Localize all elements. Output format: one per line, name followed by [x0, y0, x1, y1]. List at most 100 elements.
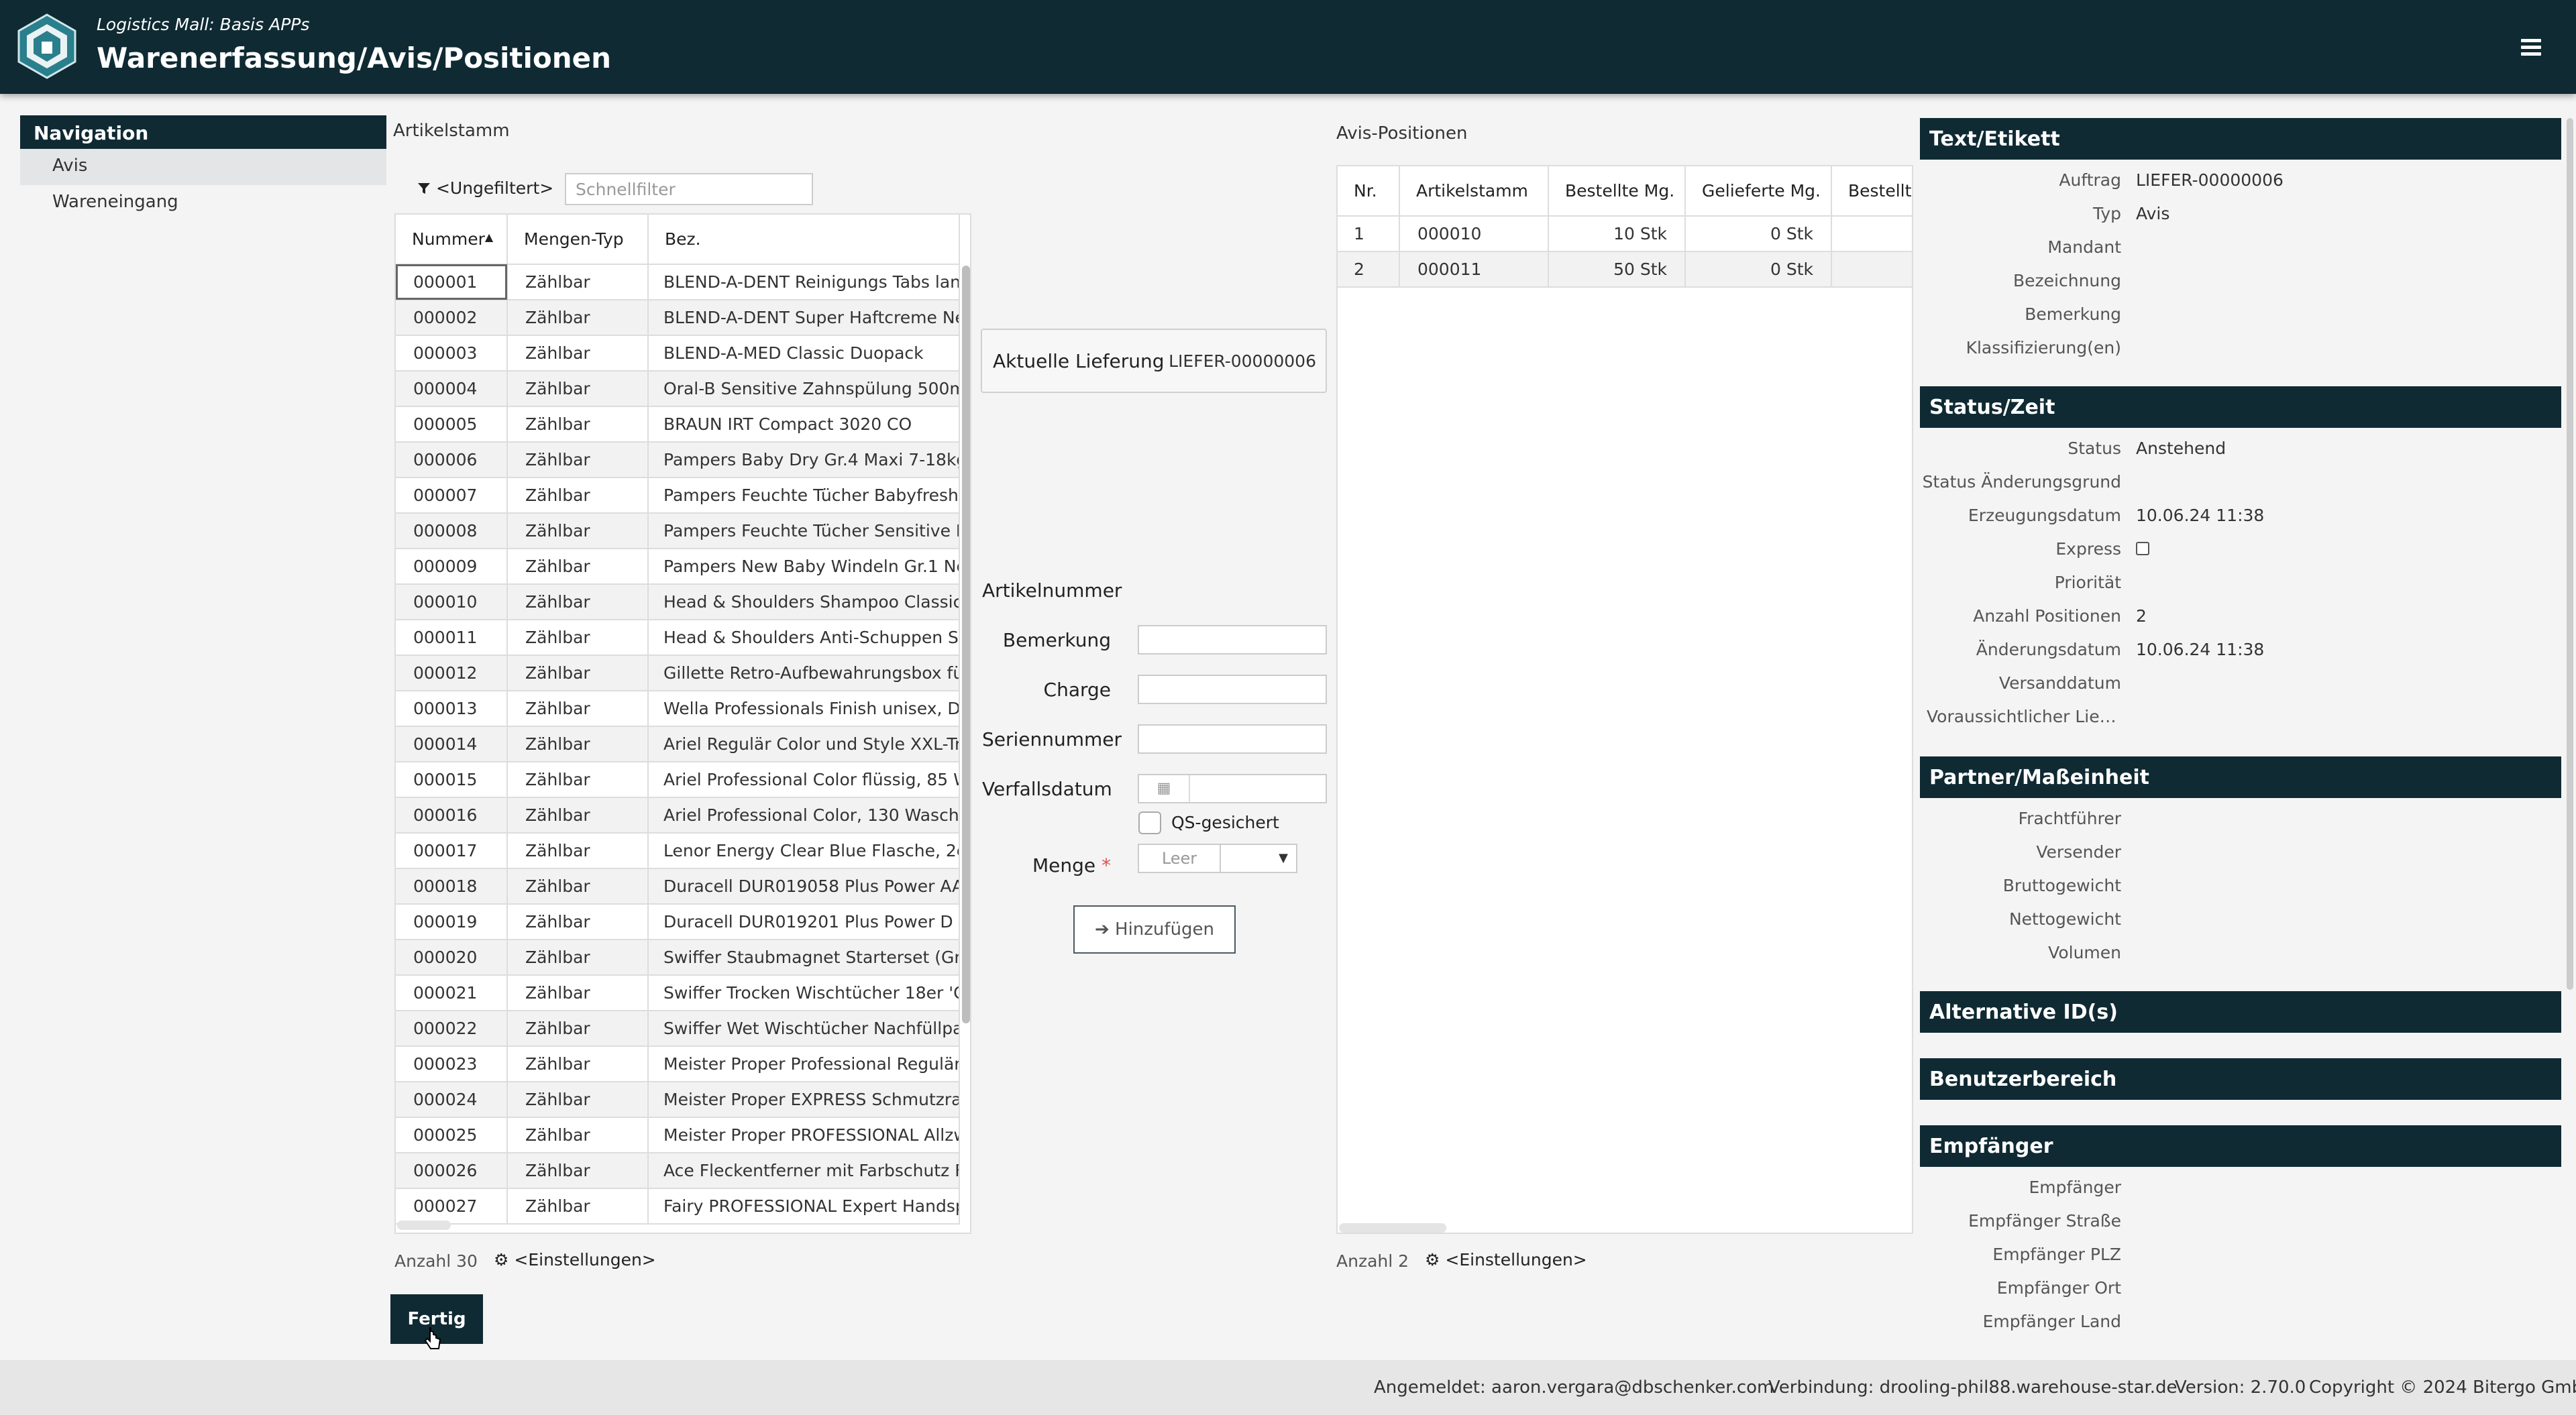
cell-mengen-typ[interactable]: Zählbar — [507, 1082, 649, 1118]
table-row[interactable]: 000002 Zählbar BLEND-A-DENT Super Haftcrem… — [396, 300, 960, 336]
cell-bestellt[interactable] — [1831, 251, 1912, 288]
cell-mengen-typ[interactable]: Zählbar — [507, 975, 649, 1011]
alternative-ids-section-header[interactable]: Alternative ID(s) — [1920, 991, 2561, 1033]
cell-bez[interactable]: BLEND-A-DENT Super Haftcreme Neut — [648, 300, 960, 336]
cell-bez[interactable]: Duracell DUR019058 Plus Power AAA — [648, 868, 960, 905]
cell-nummer[interactable]: 000025 — [396, 1117, 508, 1153]
serial-number-input[interactable] — [1138, 724, 1327, 754]
cell-mengen-typ[interactable]: Zählbar — [507, 406, 649, 443]
cell-bez[interactable]: Gillette Retro-Aufbewahrungsbox für — [648, 655, 960, 691]
table-row[interactable]: 1 000010 10 Stk 0 Stk — [1338, 216, 1912, 252]
cell-mengen-typ[interactable]: Zählbar — [507, 513, 649, 549]
cell-mengen-typ[interactable]: Zählbar — [507, 477, 649, 514]
cell-mengen-typ[interactable]: Zählbar — [507, 691, 649, 727]
table-row[interactable]: 000016 Zählbar Ariel Professional Color, 1… — [396, 797, 960, 834]
cell-nummer[interactable]: 000012 — [396, 655, 508, 691]
cell-bez[interactable]: Pampers Feuchte Tücher Babyfresh Vo — [648, 477, 960, 514]
cell-nr[interactable]: 2 — [1338, 251, 1400, 288]
cell-nummer[interactable]: 000005 — [396, 406, 508, 443]
cell-bez[interactable]: Meister Proper Professional Regulär, S — [648, 1046, 960, 1082]
table-row[interactable]: 000010 Zählbar Head & Shoulders Shampoo Cl… — [396, 584, 960, 620]
cell-bez[interactable]: Pampers Baby Dry Gr.4 Maxi 7-18kg M — [648, 442, 960, 478]
cell-nummer[interactable]: 000001 — [396, 264, 508, 300]
cell-bez[interactable]: Ace Fleckentferner mit Farbschutz Flü — [648, 1153, 960, 1189]
cell-nummer[interactable]: 000013 — [396, 691, 508, 727]
column-header-bestellte-mg[interactable]: Bestellte Mg. — [1548, 166, 1686, 217]
cell-bez[interactable]: BRAUN IRT Compact 3020 CO — [648, 406, 960, 443]
table-row[interactable]: 000023 Zählbar Meister Proper Professional… — [396, 1046, 960, 1082]
articles-vertical-scrollbar[interactable] — [962, 266, 970, 1023]
cell-nummer[interactable]: 000014 — [396, 726, 508, 762]
cell-mengen-typ[interactable]: Zählbar — [507, 655, 649, 691]
cell-nummer[interactable]: 000004 — [396, 371, 508, 407]
cell-nummer[interactable]: 000006 — [396, 442, 508, 478]
cell-mengen-typ[interactable]: Zählbar — [507, 797, 649, 834]
cell-mengen-typ[interactable]: Zählbar — [507, 833, 649, 869]
cell-nummer[interactable]: 000027 — [396, 1188, 508, 1225]
quantity-input[interactable]: Leer — [1139, 845, 1220, 872]
cell-artikelstamm[interactable]: 000010 — [1399, 216, 1549, 252]
table-row[interactable]: 000001 Zählbar BLEND-A-DENT Reinigungs Tab… — [396, 264, 960, 300]
nav-item-wareneingang[interactable]: Wareneingang — [20, 185, 386, 221]
cell-mengen-typ[interactable]: Zählbar — [507, 300, 649, 336]
cell-nummer[interactable]: 000024 — [396, 1082, 508, 1118]
cell-bez[interactable]: BLEND-A-DENT Reinigungs Tabs langa — [648, 264, 960, 300]
filter-button[interactable]: <Ungefiltert> — [417, 178, 553, 198]
articles-horizontal-scrollbar[interactable] — [397, 1221, 451, 1230]
table-row[interactable]: 000025 Zählbar Meister Proper PROFESSIONAL… — [396, 1117, 960, 1153]
table-row[interactable]: 000019 Zählbar Duracell DUR019201 Plus Pow… — [396, 904, 960, 940]
cell-nr[interactable]: 1 — [1338, 216, 1400, 252]
column-header-bez[interactable]: Bez. — [648, 215, 960, 265]
cell-mengen-typ[interactable]: Zählbar — [507, 868, 649, 905]
calendar-icon[interactable]: ▦ — [1139, 775, 1190, 802]
right-panel-scrollbar[interactable] — [2567, 118, 2573, 990]
cell-bez[interactable]: Fairy PROFESSIONAL Expert Handspül — [648, 1188, 960, 1225]
cell-mengen-typ[interactable]: Zählbar — [507, 442, 649, 478]
hamburger-menu-icon[interactable] — [2521, 39, 2541, 56]
cell-bez[interactable]: Meister Proper EXPRESS Schmutzradie — [648, 1082, 960, 1118]
cell-bestellte-mg[interactable]: 10 Stk — [1548, 216, 1686, 252]
cell-bez[interactable]: Head & Shoulders Anti-Schuppen Shan — [648, 620, 960, 656]
cell-nummer[interactable]: 000002 — [396, 300, 508, 336]
table-row[interactable]: 000007 Zählbar Pampers Feuchte Tücher Baby… — [396, 477, 960, 514]
cell-bez[interactable]: Lenor Energy Clear Blue Flasche, 2er P — [648, 833, 960, 869]
table-row[interactable]: 000012 Zählbar Gillette Retro-Aufbewahrung… — [396, 655, 960, 691]
cell-nummer[interactable]: 000007 — [396, 477, 508, 514]
table-row[interactable]: 000006 Zählbar Pampers Baby Dry Gr.4 Maxi … — [396, 442, 960, 478]
cell-nummer[interactable]: 000011 — [396, 620, 508, 656]
cell-mengen-typ[interactable]: Zählbar — [507, 335, 649, 372]
user-area-section-header[interactable]: Benutzerbereich — [1920, 1058, 2561, 1100]
column-header-bestellt[interactable]: Bestellt — [1831, 166, 1912, 217]
cell-bez[interactable]: Ariel Professional Color, 130 Waschlad — [648, 797, 960, 834]
table-row[interactable]: 000014 Zählbar Ariel Regulär Color und Sty… — [396, 726, 960, 762]
positions-horizontal-scrollbar[interactable] — [1339, 1223, 1446, 1233]
table-row[interactable]: 000022 Zählbar Swiffer Wet Wischtücher Nac… — [396, 1011, 960, 1047]
cell-bez[interactable]: Pampers Feuchte Tücher Sensitive Box — [648, 513, 960, 549]
column-header-artikelstamm[interactable]: Artikelstamm — [1399, 166, 1549, 217]
table-row[interactable]: 000021 Zählbar Swiffer Trocken Wischtücher… — [396, 975, 960, 1011]
cell-nummer[interactable]: 000020 — [396, 940, 508, 976]
cell-bez[interactable]: Ariel Professional Color flüssig, 85 Wa: — [648, 762, 960, 798]
cell-nummer[interactable]: 000019 — [396, 904, 508, 940]
cell-mengen-typ[interactable]: Zählbar — [507, 940, 649, 976]
cell-bez[interactable]: Swiffer Trocken Wischtücher 18er 'Oly — [648, 975, 960, 1011]
cell-mengen-typ[interactable]: Zählbar — [507, 904, 649, 940]
cell-mengen-typ[interactable]: Zählbar — [507, 726, 649, 762]
cell-bez[interactable]: BLEND-A-MED Classic Duopack — [648, 335, 960, 372]
cell-nummer[interactable]: 000010 — [396, 584, 508, 620]
table-row[interactable]: 000013 Zählbar Wella Professionals Finish … — [396, 691, 960, 727]
cell-mengen-typ[interactable]: Zählbar — [507, 620, 649, 656]
cell-nummer[interactable]: 000026 — [396, 1153, 508, 1189]
table-row[interactable]: 000026 Zählbar Ace Fleckentferner mit Farb… — [396, 1153, 960, 1189]
cell-nummer[interactable]: 000022 — [396, 1011, 508, 1047]
column-header-mengen-typ[interactable]: Mengen-Typ — [507, 215, 649, 265]
cell-mengen-typ[interactable]: Zählbar — [507, 1011, 649, 1047]
table-row[interactable]: 2 000011 50 Stk 0 Stk — [1338, 251, 1912, 288]
cell-bez[interactable]: Swiffer Staubmagnet Starterset (Griff — [648, 940, 960, 976]
cell-bez[interactable]: Duracell DUR019201 Plus Power D Ba — [648, 904, 960, 940]
cell-artikelstamm[interactable]: 000011 — [1399, 251, 1549, 288]
table-row[interactable]: 000018 Zählbar Duracell DUR019058 Plus Pow… — [396, 868, 960, 905]
table-row[interactable]: 000020 Zählbar Swiffer Staubmagnet Starter… — [396, 940, 960, 976]
table-row[interactable]: 000009 Zählbar Pampers New Baby Windeln Gr… — [396, 549, 960, 585]
table-row[interactable]: 000015 Zählbar Ariel Professional Color fl… — [396, 762, 960, 798]
